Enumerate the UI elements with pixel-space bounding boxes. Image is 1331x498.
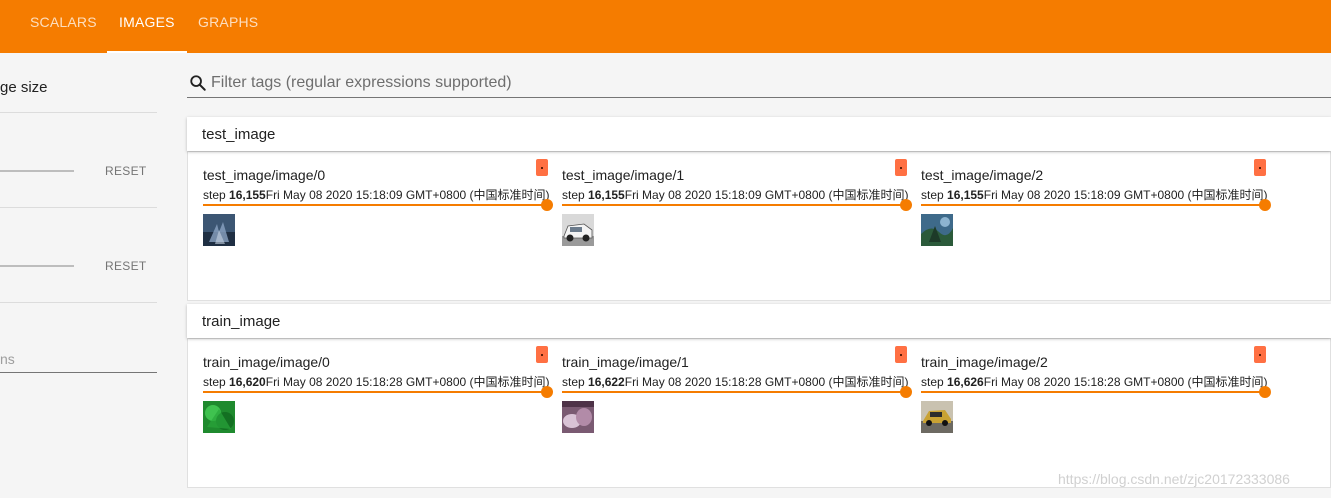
sidebar-input[interactable]: ns xyxy=(0,351,15,367)
image-badge-icon[interactable] xyxy=(1254,346,1266,363)
search-underline xyxy=(187,97,1331,98)
image-card-tag: test_image/image/0 xyxy=(203,167,326,183)
step-slider-knob[interactable] xyxy=(541,386,553,398)
image-badge-icon[interactable] xyxy=(895,346,907,363)
step-slider-track[interactable] xyxy=(562,204,906,206)
section-title: train_image xyxy=(202,313,281,330)
section-body-train-image: train_image/image/0 step 16,620Fri May 0… xyxy=(187,338,1331,488)
step-slider-knob[interactable] xyxy=(1259,199,1271,211)
image-thumbnail[interactable] xyxy=(203,214,235,246)
search-icon xyxy=(190,75,206,91)
image-card-step: step 16,626Fri May 08 2020 15:18:28 GMT+… xyxy=(921,375,1268,389)
section-header-train-image[interactable]: train_image xyxy=(187,304,1331,338)
image-card: train_image/image/2 step 16,626Fri May 0… xyxy=(921,346,1271,454)
tab-graphs[interactable]: GRAPHS xyxy=(198,0,258,53)
image-thumbnail[interactable] xyxy=(921,401,953,433)
image-card-step: step 16,622Fri May 08 2020 15:18:28 GMT+… xyxy=(562,375,909,389)
image-card: test_image/image/2 step 16,155Fri May 08… xyxy=(921,159,1271,267)
image-card-tag: train_image/image/0 xyxy=(203,354,330,370)
image-card: test_image/image/0 step 16,155Fri May 08… xyxy=(203,159,553,267)
step-slider-knob[interactable] xyxy=(541,199,553,211)
image-card-tag: train_image/image/2 xyxy=(921,354,1048,370)
image-card-step: step 16,155Fri May 08 2020 15:18:09 GMT+… xyxy=(203,188,550,202)
image-thumbnail[interactable] xyxy=(562,214,594,246)
image-badge-icon[interactable] xyxy=(536,159,548,176)
image-badge-icon[interactable] xyxy=(1254,159,1266,176)
top-app-bar: SCALARS IMAGES GRAPHS xyxy=(0,0,1331,53)
sidebar-divider xyxy=(0,112,157,113)
reset-button-2[interactable]: RESET xyxy=(105,259,147,273)
sidebar-image-size-label: ge size xyxy=(0,79,48,96)
section-title: test_image xyxy=(202,126,276,143)
step-slider-track[interactable] xyxy=(921,204,1265,206)
reset-button-1[interactable]: RESET xyxy=(105,164,147,178)
sidebar-divider xyxy=(0,207,157,208)
step-slider-track[interactable] xyxy=(921,391,1265,393)
image-card-step: step 16,155Fri May 08 2020 15:18:09 GMT+… xyxy=(921,188,1268,202)
image-card-step: step 16,620Fri May 08 2020 15:18:28 GMT+… xyxy=(203,375,550,389)
sidebar-slider-2[interactable] xyxy=(0,265,74,267)
image-card: test_image/image/1 step 16,155Fri May 08… xyxy=(562,159,912,267)
image-thumbnail[interactable] xyxy=(203,401,235,433)
step-slider-knob[interactable] xyxy=(900,386,912,398)
image-card: train_image/image/0 step 16,620Fri May 0… xyxy=(203,346,553,454)
sidebar-slider-1[interactable] xyxy=(0,170,74,172)
image-badge-icon[interactable] xyxy=(895,159,907,176)
step-slider-knob[interactable] xyxy=(1259,386,1271,398)
step-slider-knob[interactable] xyxy=(900,199,912,211)
step-slider-track[interactable] xyxy=(562,391,906,393)
search-input[interactable]: Filter tags (regular expressions support… xyxy=(211,74,512,92)
section-body-test-image: test_image/image/0 step 16,155Fri May 08… xyxy=(187,151,1331,301)
image-thumbnail[interactable] xyxy=(562,401,594,433)
tab-images[interactable]: IMAGES xyxy=(107,0,187,53)
image-card-tag: test_image/image/1 xyxy=(562,167,685,183)
step-slider-track[interactable] xyxy=(203,204,547,206)
sidebar-input-underline xyxy=(0,372,157,373)
section-header-test-image[interactable]: test_image xyxy=(187,117,1331,151)
sidebar-divider xyxy=(0,302,157,303)
image-thumbnail[interactable] xyxy=(921,214,953,246)
image-card-tag: test_image/image/2 xyxy=(921,167,1044,183)
image-card-step: step 16,155Fri May 08 2020 15:18:09 GMT+… xyxy=(562,188,909,202)
step-slider-track[interactable] xyxy=(203,391,547,393)
image-badge-icon[interactable] xyxy=(536,346,548,363)
watermark-text: https://blog.csdn.net/zjc20172333086 xyxy=(1058,471,1290,487)
tab-scalars[interactable]: SCALARS xyxy=(30,0,97,53)
image-card-tag: train_image/image/1 xyxy=(562,354,689,370)
image-card: train_image/image/1 step 16,622Fri May 0… xyxy=(562,346,912,454)
